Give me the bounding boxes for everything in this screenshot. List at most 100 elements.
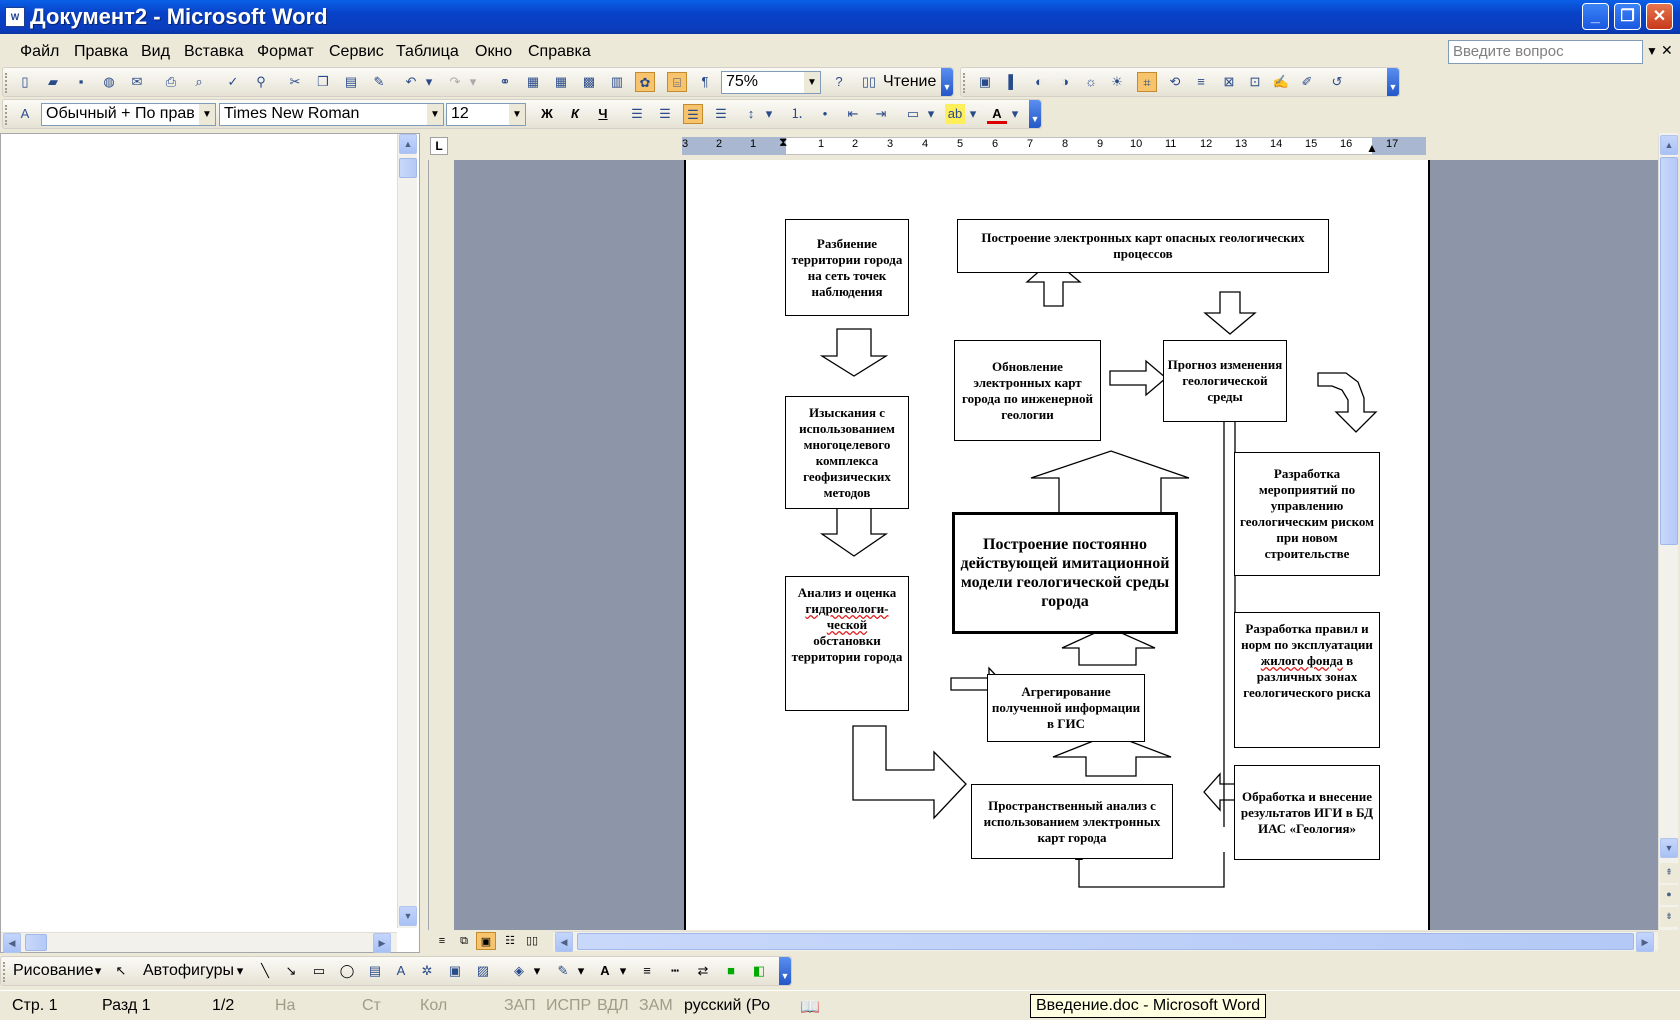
- chevron-down-icon[interactable]: ▾: [575, 961, 587, 981]
- document-area[interactable]: Разбиение территории города на сеть точе…: [454, 160, 1658, 930]
- toolbar-grip[interactable]: [963, 73, 967, 93]
- wordart-icon[interactable]: A: [391, 961, 411, 981]
- toolbar-grip[interactable]: [3, 962, 7, 982]
- format-picture-icon[interactable]: ✍: [1271, 72, 1291, 92]
- text-wrapping-icon[interactable]: ⊡: [1245, 72, 1265, 92]
- chevron-down-icon[interactable]: ▼: [1646, 44, 1658, 58]
- chevron-down-icon[interactable]: ▾: [617, 961, 629, 981]
- chevron-down-icon[interactable]: ▼: [199, 104, 215, 125]
- email-icon[interactable]: ✉: [127, 72, 147, 92]
- fill-color-icon[interactable]: ◈: [509, 961, 529, 981]
- decrease-indent-icon[interactable]: ⇤: [843, 104, 863, 124]
- menu-insert[interactable]: Вставка: [184, 43, 243, 61]
- outline-view-icon[interactable]: ☷: [500, 932, 520, 950]
- spelling-status-icon[interactable]: 📖: [800, 997, 820, 1017]
- chevron-down-icon[interactable]: ▾: [423, 72, 435, 92]
- scroll-up-icon[interactable]: ▲: [399, 134, 417, 154]
- maximize-button[interactable]: ❐: [1614, 3, 1641, 30]
- line-style-icon[interactable]: ≡: [637, 961, 657, 981]
- menu-file[interactable]: Файл: [20, 43, 59, 61]
- new-document-icon[interactable]: ▯: [15, 72, 35, 92]
- text-box-icon[interactable]: ▤: [365, 961, 385, 981]
- diagram-icon[interactable]: ✲: [417, 961, 437, 981]
- document-vscroll[interactable]: ▲ ▼ ⇞ ● ⇟: [1658, 133, 1678, 930]
- compress-icon[interactable]: ⊠: [1219, 72, 1239, 92]
- reading-layout-icon[interactable]: ▯▯: [522, 932, 542, 950]
- align-right-icon[interactable]: ☰: [683, 104, 703, 124]
- print-icon[interactable]: ⎙: [161, 72, 181, 92]
- justify-icon[interactable]: ☰: [711, 104, 731, 124]
- dash-style-icon[interactable]: ┅: [665, 961, 685, 981]
- horizontal-ruler[interactable]: 3 2 1 1 2 3 4 5 6 7 8 9 10 11 12 13 14 1…: [450, 135, 1658, 157]
- print-layout-icon[interactable]: ▣: [476, 932, 496, 950]
- insert-picture-icon[interactable]: ▣: [975, 72, 995, 92]
- font-color-icon[interactable]: A: [987, 104, 1007, 124]
- spelling-icon[interactable]: ✓: [223, 72, 243, 92]
- menu-table[interactable]: Таблица: [396, 43, 459, 61]
- line-color-icon[interactable]: ✎: [553, 961, 573, 981]
- zoom-select[interactable]: 75% ▼: [721, 71, 821, 94]
- scroll-thumb[interactable]: [25, 934, 47, 951]
- help-icon[interactable]: ?: [829, 72, 849, 92]
- cut-icon[interactable]: ✂: [285, 72, 305, 92]
- scroll-down-icon[interactable]: ▼: [1660, 838, 1678, 858]
- status-track-changes[interactable]: ИСПР: [546, 997, 591, 1015]
- research-icon[interactable]: ⚲: [251, 72, 271, 92]
- chevron-down-icon[interactable]: ▼: [804, 72, 820, 93]
- menu-edit[interactable]: Правка: [74, 43, 128, 61]
- scroll-left-icon[interactable]: ◀: [3, 933, 21, 953]
- chevron-down-icon[interactable]: ▾: [93, 961, 103, 981]
- shadow-icon[interactable]: ■: [721, 961, 741, 981]
- 3d-style-icon[interactable]: ◧: [749, 961, 769, 981]
- save-icon[interactable]: ▪: [71, 72, 91, 92]
- close-button[interactable]: ✕: [1646, 3, 1673, 30]
- chevron-down-icon[interactable]: ▾: [235, 961, 245, 981]
- style-select[interactable]: Обычный + По прав ▼: [41, 103, 216, 126]
- print-preview-icon[interactable]: ⌕: [189, 72, 209, 92]
- borders-icon[interactable]: ▭: [903, 104, 923, 124]
- show-formatting-icon[interactable]: ¶: [695, 72, 715, 92]
- redo-icon[interactable]: ↷: [445, 72, 465, 92]
- chevron-down-icon[interactable]: ▾: [967, 104, 979, 124]
- menu-format[interactable]: Формат: [257, 43, 314, 61]
- document-map-icon[interactable]: ⌸: [667, 72, 687, 92]
- drawing-icon[interactable]: ✿: [635, 72, 655, 92]
- tab-selector[interactable]: L: [430, 137, 448, 155]
- set-transparent-icon[interactable]: ✐: [1297, 72, 1317, 92]
- scroll-thumb[interactable]: [577, 933, 1634, 950]
- scroll-thumb[interactable]: [399, 158, 417, 178]
- increase-indent-icon[interactable]: ⇥: [871, 104, 891, 124]
- close-icon[interactable]: ✕: [1661, 42, 1673, 59]
- less-brightness-icon[interactable]: ☀: [1107, 72, 1127, 92]
- crop-icon[interactable]: ⌗: [1137, 72, 1157, 92]
- chevron-down-icon[interactable]: ▾: [925, 104, 937, 124]
- ask-question-input[interactable]: Введите вопрос: [1448, 40, 1643, 64]
- columns-icon[interactable]: ▥: [607, 72, 627, 92]
- chevron-down-icon[interactable]: ▾: [763, 104, 775, 124]
- menu-tools[interactable]: Сервис: [329, 43, 384, 61]
- font-color-icon[interactable]: A: [595, 961, 615, 981]
- open-folder-icon[interactable]: ▰: [43, 72, 63, 92]
- reading-button[interactable]: Чтение: [883, 73, 936, 91]
- select-browse-object-icon[interactable]: ●: [1660, 885, 1678, 905]
- status-overtype[interactable]: ЗАМ: [639, 997, 673, 1015]
- chevron-down-icon[interactable]: ▼: [509, 104, 525, 125]
- document-page[interactable]: Разбиение территории города на сеть точе…: [684, 160, 1430, 930]
- scroll-right-icon[interactable]: ▶: [1636, 932, 1654, 952]
- toolbar-options-icon[interactable]: ▼: [779, 957, 791, 985]
- drawing-menu-button[interactable]: Рисование: [13, 962, 94, 980]
- insert-excel-icon[interactable]: ▩: [579, 72, 599, 92]
- color-icon[interactable]: ▌: [1003, 72, 1023, 92]
- reset-picture-icon[interactable]: ↺: [1327, 72, 1347, 92]
- font-size-select[interactable]: 12 ▼: [446, 103, 526, 126]
- rectangle-icon[interactable]: ▭: [309, 961, 329, 981]
- autoshapes-menu-button[interactable]: Автофигуры: [143, 962, 234, 980]
- more-brightness-icon[interactable]: ☼: [1081, 72, 1101, 92]
- undo-icon[interactable]: ↶: [401, 72, 421, 92]
- document-hscroll[interactable]: ◀ ▶: [553, 931, 1658, 952]
- bold-button[interactable]: Ж: [537, 104, 557, 124]
- previous-page-icon[interactable]: ⇞: [1660, 863, 1678, 883]
- bullets-icon[interactable]: •: [815, 104, 835, 124]
- line-icon[interactable]: ╲: [255, 961, 275, 981]
- web-layout-icon[interactable]: ⧉: [454, 932, 474, 950]
